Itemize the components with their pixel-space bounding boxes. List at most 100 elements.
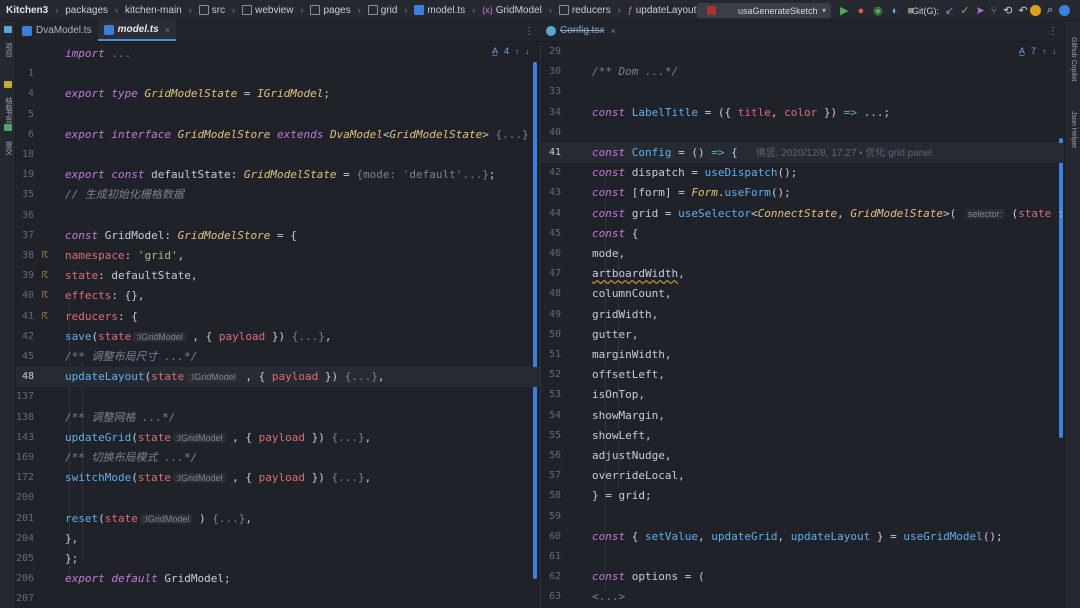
code-line[interactable]: 36 [16,206,540,226]
code-line[interactable]: 53 isOnTop, [541,385,1064,405]
git-branch-icon[interactable]: ⑂ [991,5,998,17]
git-rollback-icon[interactable]: ↶ [1018,4,1027,17]
code-line[interactable]: 45 /** 调整布局尺寸 ...*/ [16,347,540,367]
tab-config[interactable]: Config.tsx × [540,20,622,41]
code-line[interactable]: 30 /** Dom ...*/ [541,62,1064,82]
code-line[interactable]: 54 showMargin, [541,406,1064,426]
breadcrumb-item[interactable]: reducers [558,5,611,16]
folded-region[interactable]: {mode: 'default'...} [356,168,488,181]
tool-github-copilot[interactable]: Github Copilot [1066,37,1080,97]
code-line[interactable]: 40 ☈ effects: {}, [16,286,540,306]
close-icon[interactable]: × [165,25,170,35]
folded-region[interactable]: {...} [332,471,365,484]
code-line[interactable]: 63 <...> [541,587,1064,607]
code-line[interactable]: 138 /** 调整网格 ...*/ [16,408,540,428]
tab-model[interactable]: model.ts × [97,20,176,41]
run-config-select[interactable]: usaGenerateSketch ▾ [697,3,831,18]
left-editor[interactable]: A̲ 4 ↑ ↓ import ... 1 4 export type GridModel… [16,42,540,608]
code-line[interactable]: 39 ☈ state: defaultState, [16,266,540,286]
close-icon[interactable]: × [610,26,615,36]
code-line[interactable]: 60 const { setValue, updateGrid, updateL… [541,527,1064,547]
more-icon[interactable]: ⋮ [518,26,540,41]
code-line[interactable]: 41 ☈ reducers: { [16,307,540,327]
structure-icon[interactable] [4,81,12,88]
breadcrumb-item[interactable]: packages [65,5,108,16]
more-icon[interactable]: ⋮ [1042,26,1064,41]
breadcrumb-item[interactable]: grid [367,5,397,16]
code-line[interactable]: 62 const options = ( [541,567,1064,587]
code-line[interactable]: 204 }, [16,529,540,549]
code-line[interactable]: 46 mode, [541,244,1064,264]
tool-json-helper[interactable]: Json Helper [1066,111,1080,171]
code-line[interactable]: 38 ☈ namespace: 'grid', [16,246,540,266]
folded-region[interactable]: ... [111,47,131,60]
breadcrumb-item[interactable]: pages [310,5,351,16]
code-line[interactable]: 42 const dispatch = useDispatch(); [541,163,1064,183]
code-line[interactable]: 48 columnCount, [541,284,1064,304]
breadcrumb-item[interactable]: webview [242,5,293,16]
code-line[interactable]: 55 showLeft, [541,426,1064,446]
code-line[interactable]: 49 gridWidth, [541,305,1064,325]
code-line[interactable]: 206 export default GridModel; [16,569,540,589]
code-line[interactable]: 4 export type GridModelState = IGridModel… [16,84,540,104]
breadcrumb-item[interactable]: src [198,5,225,16]
code-line[interactable]: 205}; [16,549,540,569]
code-line[interactable]: 169 /** 切换布局模式 ...*/ [16,448,540,468]
tool-project[interactable]: 项目 [1,35,15,65]
code-line[interactable]: 59 [541,507,1064,527]
code-line[interactable]: 137 [16,387,540,407]
code-line[interactable]: 45 const { [541,224,1064,244]
implementation-icon[interactable]: ☈ [42,246,47,266]
git-commit-icon[interactable]: ✓ [960,4,969,17]
git-push-icon[interactable]: ➤ [975,4,984,17]
profile-icon[interactable]: ◐ [892,5,899,17]
code-line[interactable]: 44 const grid = useSelector<ConnectState… [541,204,1064,224]
search-icon[interactable]: ⌕ [1047,4,1053,17]
code-line[interactable]: 56 adjustNudge, [541,446,1064,466]
code-line[interactable]: 200 [16,488,540,508]
code-line[interactable]: import ... [16,44,540,64]
code-line[interactable]: 34 const LabelTitle = ({ title, color }) … [541,103,1064,123]
git-update-icon[interactable]: ↙ [945,4,954,17]
folded-region[interactable]: {...} [345,370,378,383]
implementation-icon[interactable]: ☈ [42,286,47,306]
code-line[interactable]: 52 offsetLeft, [541,365,1064,385]
code-line[interactable]: 40 [541,123,1064,143]
breadcrumb-item[interactable]: ƒ updateLayout() [628,5,703,16]
code-line[interactable]: 201 reset(state:IGridModel ) {...}, [16,509,540,529]
code-line[interactable]: 35 // 生成初始化栅格数据 [16,185,540,205]
code-line[interactable]: 37 const GridModel: GridModelStore = { [16,226,540,246]
breadcrumb-item[interactable]: kitchen-main [125,5,182,16]
code-line[interactable]: 143 updateGrid(state:IGridModel , { payl… [16,428,540,448]
coverage-icon[interactable]: ◉ [873,4,883,17]
code-line[interactable]: 29 [541,42,1064,62]
implementation-icon[interactable]: ☈ [42,307,47,327]
folded-region[interactable]: {...} [496,128,529,141]
breadcrumb-item[interactable]: model.ts [414,5,465,16]
folded-region[interactable]: {...} [292,330,325,343]
breadcrumb-item[interactable]: Kitchen3 [6,5,48,16]
code-line[interactable]: 1 [16,64,540,84]
git-history-icon[interactable]: ⟲ [1003,4,1012,17]
code-line[interactable]: 51 marginWidth, [541,345,1064,365]
code-line[interactable]: 48 updateLayout(state:IGridModel , { pay… [16,367,540,388]
code-line[interactable]: 57 overrideLocal, [541,466,1064,486]
code-line[interactable]: 61 [541,547,1064,567]
implementation-icon[interactable]: ☈ [42,266,47,286]
tool-commit[interactable]: 提交 [1,133,15,163]
code-line[interactable]: 172 switchMode(state:IGridModel , { payl… [16,468,540,488]
code-line[interactable]: 6 export interface GridModelStore extends… [16,125,540,145]
code-line[interactable]: 33 [541,82,1064,102]
code-line[interactable]: 43 const [form] = Form.useForm(); [541,183,1064,203]
debug-icon[interactable]: ● [857,5,864,17]
breadcrumb-item[interactable]: (x) GridModel [482,5,542,16]
notification-icon[interactable] [1030,5,1041,16]
code-line[interactable]: 207 [16,589,540,608]
folded-region[interactable]: {...} [212,512,245,525]
folded-region[interactable]: <...> [592,590,625,603]
tool-bookmarks[interactable]: 书签 [1,101,15,131]
code-line[interactable]: 18 [16,145,540,165]
project-icon[interactable] [4,26,12,33]
right-editor[interactable]: A̲ 7 ↑ ↓ 29 30/** Dom ...*/33 34 const LabelT… [540,42,1064,608]
folded-region[interactable]: {...} [332,431,365,444]
